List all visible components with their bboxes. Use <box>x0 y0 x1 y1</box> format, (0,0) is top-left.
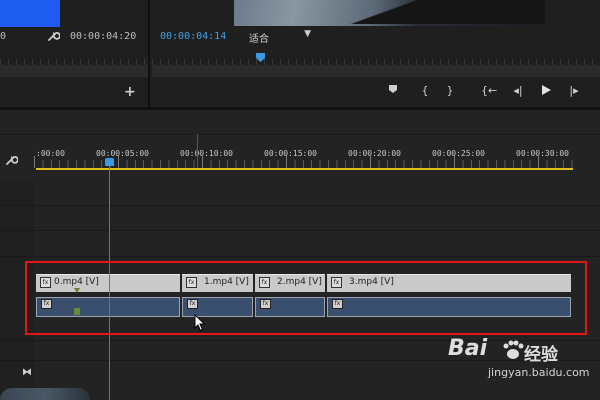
watermark-brand: Bai <box>448 336 488 361</box>
watermark-jingyan: 经验 <box>524 345 558 365</box>
watermark: Bai 经验 jingyan.baidu.com <box>448 336 598 386</box>
program-timecode[interactable]: 00:00:04:14 <box>160 31 226 42</box>
wrench-icon[interactable] <box>4 153 19 167</box>
highlight-annotation-box <box>25 261 587 335</box>
ruler-label: :00:00 <box>36 149 65 158</box>
ruler-label: 00:00:15:00 <box>264 149 317 158</box>
go-to-in-icon[interactable]: {← <box>481 84 497 97</box>
ruler-label: 00:00:30:00 <box>516 149 569 158</box>
source-timecode[interactable]: 00:00:04:20 <box>70 31 136 42</box>
paw-icon <box>503 340 524 359</box>
chevron-down-icon: ▼ <box>304 29 311 39</box>
timeline-playhead[interactable] <box>105 158 114 166</box>
step-forward-icon[interactable]: |▸ <box>567 84 581 97</box>
mark-out-icon[interactable]: } <box>443 84 457 97</box>
source-ruler <box>0 55 148 79</box>
ruler-label: 00:00:20:00 <box>348 149 401 158</box>
fit-dropdown-label: 适合 <box>249 34 269 45</box>
ruler-label: 00:00:05:00 <box>96 149 149 158</box>
timeline-header-divider <box>0 134 600 135</box>
track-divider <box>0 256 600 257</box>
track-divider <box>0 205 600 206</box>
add-marker-icon[interactable] <box>386 84 400 97</box>
wrench-icon[interactable] <box>46 29 61 43</box>
step-back-icon[interactable]: ◂| <box>511 84 525 97</box>
ruler-label: 00:00:10:00 <box>180 149 233 158</box>
source-timecode-partial: 0 <box>0 31 7 42</box>
mouse-cursor-icon <box>194 314 206 332</box>
program-playhead[interactable] <box>256 53 265 62</box>
bottom-thumbnail <box>0 388 90 400</box>
fit-dropdown[interactable]: 适合 ▼ <box>243 28 315 45</box>
add-button-icon[interactable]: + <box>124 84 136 100</box>
watermark-url: jingyan.baidu.com <box>488 366 590 379</box>
program-monitor-shadow <box>285 0 545 24</box>
marker-line <box>197 134 198 168</box>
play-icon[interactable] <box>539 84 553 99</box>
ruler-label: 00:00:25:00 <box>432 149 485 158</box>
work-area-bar[interactable] <box>36 168 573 170</box>
mark-in-icon[interactable]: { <box>418 84 432 97</box>
source-monitor-thumbnail <box>0 0 60 27</box>
monitor-divider <box>148 0 150 107</box>
collapse-icon[interactable]: ⧓ <box>22 367 32 378</box>
track-divider <box>0 230 600 231</box>
program-ruler <box>152 55 600 79</box>
